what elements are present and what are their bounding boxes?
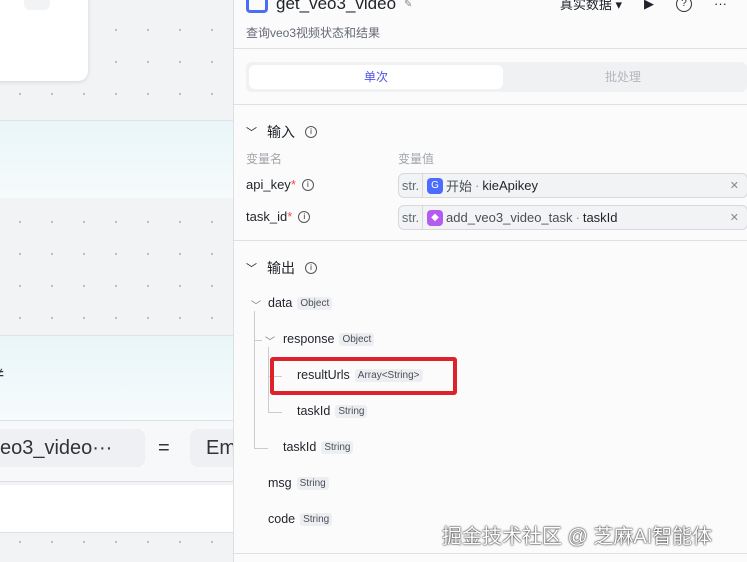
node-name: data [268, 296, 293, 310]
tree-node: taskId String [283, 440, 354, 454]
type-badge: String [321, 440, 354, 454]
tree-node: msg String [268, 476, 329, 490]
more-button[interactable]: ··· [24, 0, 50, 10]
left-operand[interactable]: eo3_video··· [0, 429, 145, 467]
col-value: 变量值 [398, 152, 435, 166]
condition-row: eo3_video··· = Em [0, 420, 233, 482]
info-icon[interactable]: i [305, 262, 317, 274]
node-description: 查询veo3视频状态和结果 [246, 26, 381, 40]
ref-field: taskId [582, 210, 618, 225]
plugin-node-icon: ◆ [427, 209, 443, 226]
empty-row [0, 485, 233, 533]
param-value-api-key[interactable]: str. G 开始 · kieApikey ✕ [398, 173, 747, 198]
help-icon[interactable]: ? [676, 0, 692, 12]
chevron-down-icon[interactable]: ﹀ [265, 333, 275, 348]
node-name: taskId [297, 404, 331, 418]
more-icon[interactable]: ··· [714, 0, 727, 11]
tree-node: data Object [268, 296, 333, 310]
tab-single[interactable]: 单次 [249, 65, 503, 89]
condition-band: ≠ [0, 335, 233, 420]
data-source-select[interactable]: 真实数据 ▾ [560, 0, 622, 13]
node-test-panel: get_veo3_video ✎ 真实数据 ▾ ▶ ? ··· 查询veo3视频状… [234, 0, 747, 562]
output-title: 输出 [267, 260, 295, 276]
clear-icon[interactable]: ✕ [730, 211, 739, 224]
info-icon[interactable]: i [305, 126, 317, 138]
divider [234, 48, 747, 49]
node-name: response [283, 332, 335, 346]
workflow-canvas[interactable]: ··· ≠ eo3_video··· = Em [0, 0, 234, 562]
type-tag: str. [399, 174, 423, 197]
clear-icon[interactable]: ✕ [730, 179, 739, 192]
highlight-box [270, 357, 457, 395]
condition-symbol: ≠ [0, 366, 4, 384]
input-section-header[interactable]: ﹀ 输入 i [246, 122, 317, 142]
tree-node: response Object [283, 332, 375, 346]
node-name: code [268, 512, 296, 526]
type-tag: str. [399, 206, 423, 229]
tree-node: code String [268, 512, 333, 526]
node-band [0, 120, 233, 198]
output-section-header[interactable]: ﹀ 输出 i [246, 258, 317, 278]
param-name: task_id [246, 209, 288, 224]
param-value-task-id[interactable]: str. ◆ add_veo3_video_task · taskId ✕ [398, 205, 747, 230]
divider [234, 553, 747, 554]
param-label: task_id * i [246, 209, 311, 224]
operator[interactable]: = [158, 429, 170, 467]
type-badge: String [335, 404, 368, 418]
start-node-icon: G [427, 177, 443, 194]
node-logo-icon [246, 0, 268, 13]
ref-node: add_veo3_video_task [446, 210, 573, 225]
node-name: taskId [283, 440, 317, 454]
type-badge: Object [339, 332, 375, 346]
col-name: 变量名 [246, 152, 283, 166]
type-badge: String [296, 476, 329, 490]
node-name: msg [268, 476, 292, 490]
chevron-down-icon: ﹀ [246, 263, 257, 275]
info-icon[interactable]: i [301, 178, 314, 191]
edit-icon[interactable]: ✎ [404, 0, 412, 10]
divider [234, 240, 747, 241]
ref-node: 开始 [446, 179, 473, 194]
mode-tabs: 单次 批处理 [246, 62, 747, 92]
ref-field: kieApikey [482, 178, 538, 193]
tree-node: taskId String [297, 404, 368, 418]
param-label: api_key * i [246, 177, 314, 192]
right-operand[interactable]: Em [190, 429, 233, 467]
type-badge: Object [297, 296, 333, 310]
chevron-down-icon[interactable]: ﹀ [251, 297, 261, 312]
info-icon[interactable]: i [298, 210, 311, 223]
param-name: api_key [246, 177, 291, 192]
divider [234, 104, 747, 105]
run-icon[interactable]: ▶ [644, 0, 654, 12]
node-card[interactable]: ··· [0, 0, 88, 81]
watermark: 掘金技术社区 @ 芝麻AI智能体 [442, 526, 713, 548]
type-badge: String [300, 512, 333, 526]
input-title: 输入 [267, 124, 295, 140]
node-title: get_veo3_video [276, 0, 397, 13]
chevron-down-icon: ﹀ [246, 127, 257, 139]
tab-batch[interactable]: 批处理 [496, 65, 747, 89]
